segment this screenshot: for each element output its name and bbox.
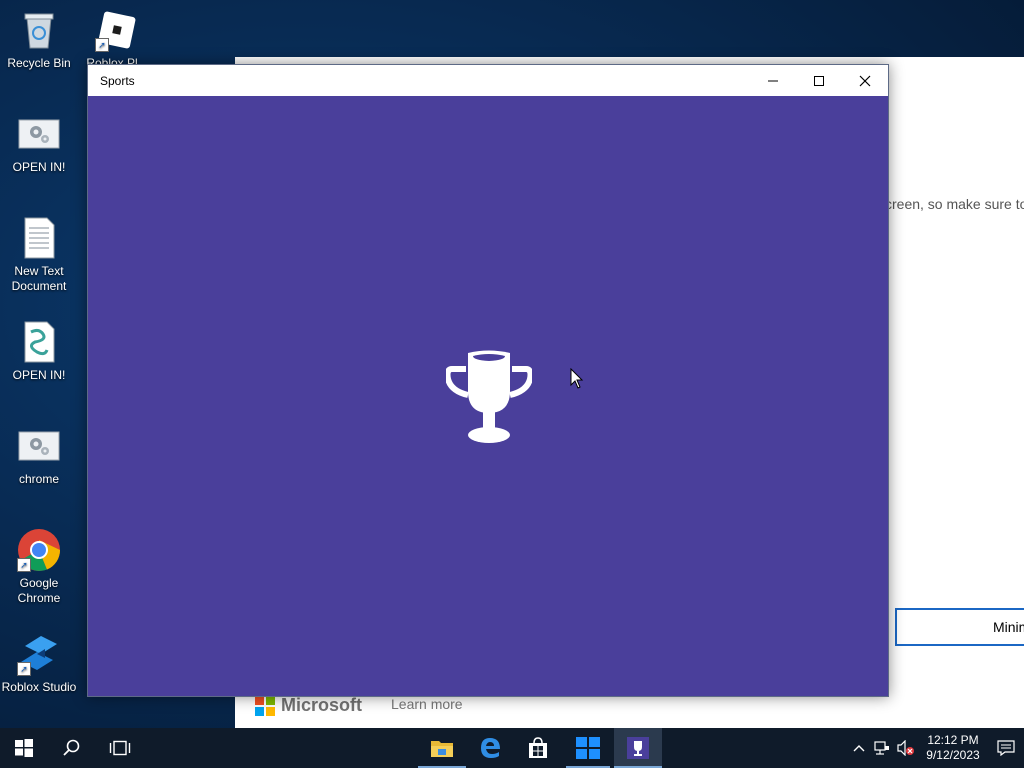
learn-more-link[interactable]: Learn more (391, 696, 463, 712)
desktop-icon-label: Recycle Bin (7, 56, 71, 70)
volume-button[interactable] (894, 740, 918, 756)
clock-time: 12:12 PM (927, 733, 979, 747)
network-button[interactable] (870, 740, 894, 756)
chevron-up-icon (853, 745, 865, 752)
clock-date: 9/12/2023 (926, 748, 980, 762)
clock[interactable]: 12:12 PM 9/12/2023 (918, 733, 988, 763)
shortcut-arrow-icon: ➚ (17, 558, 31, 572)
desktop-icon-roblox-player[interactable]: ➚ Roblox Pl... (78, 8, 156, 70)
windows-app-button[interactable] (566, 728, 610, 768)
store-button[interactable] (514, 728, 562, 768)
roblox-icon: ➚ (95, 8, 139, 52)
microsoft-wordmark: Microsoft (281, 695, 362, 715)
background-window-text: creen, so make sure to (885, 196, 1024, 212)
desktop-icon-label: chrome (18, 472, 59, 486)
desktop-icon-label: Google Chrome (17, 576, 61, 605)
roblox-studio-icon: ➚ (17, 632, 61, 676)
desktop-icon-open-in-2[interactable]: OPEN IN! (0, 320, 78, 383)
start-icon (15, 739, 33, 757)
minimize-icon (768, 80, 778, 81)
text-document-icon (17, 216, 61, 260)
sports-app-icon (627, 737, 649, 759)
chrome-icon: ➚ (17, 528, 61, 572)
desktop-icon-chrome-config[interactable]: chrome (0, 424, 78, 487)
show-hidden-icons-button[interactable] (848, 744, 870, 752)
sports-app-button[interactable] (614, 728, 662, 768)
recycle-bin-icon (17, 8, 61, 52)
file-explorer-icon (431, 741, 453, 757)
settings-file-icon (17, 424, 61, 468)
desktop-icon-google-chrome[interactable]: ➚ Google Chrome (0, 528, 78, 606)
settings-file-icon (17, 112, 61, 156)
system-tray: 12:12 PM 9/12/2023 (848, 728, 1024, 768)
title-bar[interactable]: Sports (88, 65, 888, 96)
volume-muted-icon (897, 740, 914, 756)
windows-app-icon (576, 737, 600, 759)
microsoft-logo: Microsoft (255, 695, 362, 716)
maximize-button[interactable] (796, 65, 842, 96)
desktop-icon-recycle-bin[interactable]: Recycle Bin (0, 8, 78, 71)
close-button[interactable] (842, 65, 888, 96)
desktop-icon-label: Roblox Studio (1, 680, 77, 694)
file-explorer-button[interactable] (418, 728, 466, 768)
desktop-icon-label: OPEN IN! (12, 368, 66, 382)
script-file-icon (17, 320, 61, 364)
edge-button[interactable] (466, 728, 514, 768)
desktop-icon-label: New Text Document (11, 264, 67, 293)
sports-window[interactable]: Sports (87, 64, 889, 697)
store-icon (529, 737, 547, 758)
start-button[interactable] (0, 728, 48, 768)
notifications-icon (997, 740, 1015, 756)
trophy-icon (446, 350, 532, 443)
microsoft-logo-icon (255, 695, 275, 716)
splash-screen (88, 96, 888, 696)
search-icon (63, 739, 80, 756)
taskbar: 12:12 PM 9/12/2023 (0, 728, 1024, 768)
close-icon (859, 75, 871, 86)
desktop-icon-roblox-studio[interactable]: ➚ Roblox Studio (0, 632, 78, 695)
minimize-action-button[interactable]: Minimize (895, 608, 1024, 646)
mouse-cursor-icon (570, 368, 584, 389)
network-icon (874, 741, 889, 755)
search-button[interactable] (48, 728, 96, 768)
desktop-icon-open-in-1[interactable]: OPEN IN! (0, 112, 78, 175)
window-title: Sports (100, 73, 135, 88)
shortcut-arrow-icon: ➚ (17, 662, 31, 676)
action-center-button[interactable] (988, 740, 1024, 756)
minimize-button[interactable] (750, 65, 796, 96)
task-view-icon (109, 740, 131, 756)
desktop-icon-new-text-document[interactable]: New Text Document (0, 216, 78, 294)
maximize-icon (814, 75, 824, 86)
window-controls (750, 65, 888, 96)
desktop-icon-label: OPEN IN! (12, 160, 66, 174)
edge-icon (481, 738, 500, 758)
shortcut-arrow-icon: ➚ (95, 38, 109, 52)
task-view-button[interactable] (96, 728, 144, 768)
